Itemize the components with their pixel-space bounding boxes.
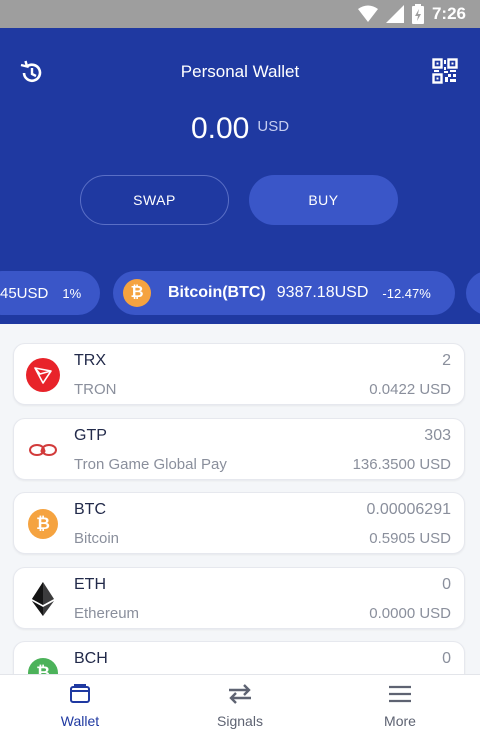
nav-wallet[interactable]: Wallet bbox=[0, 675, 160, 736]
asset-card-gtp[interactable]: GTP Tron Game Global Pay 303 136.3500 US… bbox=[13, 418, 465, 480]
bitcoin-icon: ₿ bbox=[28, 509, 58, 539]
signal-icon bbox=[385, 5, 404, 23]
ticker-coin-name: Bitcoin(BTC) bbox=[168, 284, 266, 301]
asset-value: 0.0000 USD bbox=[369, 605, 451, 622]
asset-value: 0.0422 USD bbox=[369, 381, 451, 398]
asset-value: 136.3500 USD bbox=[352, 456, 451, 473]
balance-amount: 0.00 bbox=[190, 112, 250, 145]
wallet-header: Personal Wallet 0.00 USD SWAP BUY 45USD 1… bbox=[0, 28, 480, 324]
asset-symbol: BCH bbox=[74, 650, 108, 667]
asset-symbol: BTC bbox=[74, 501, 106, 518]
asset-name: Tron Game Global Pay bbox=[74, 456, 227, 473]
qr-code-button[interactable] bbox=[432, 58, 460, 86]
asset-list: TRX TRON 2 0.0422 USD GTP Tron Game Glob… bbox=[0, 324, 480, 674]
asset-amount: 0 bbox=[442, 650, 451, 667]
asset-card-bch[interactable]: ₿ BCH 0 bbox=[13, 641, 465, 674]
ticker-price: 9387.18USD bbox=[276, 284, 369, 301]
asset-name: TRON bbox=[74, 381, 117, 398]
asset-name: Ethereum bbox=[74, 605, 140, 622]
asset-amount: 303 bbox=[424, 427, 451, 444]
total-balance: 0.00 USD bbox=[0, 112, 480, 146]
asset-symbol: ETH bbox=[74, 576, 106, 593]
ticker-change: 1% bbox=[62, 285, 82, 301]
asset-card-eth[interactable]: ETH Ethereum 0 0.0000 USD bbox=[13, 567, 465, 629]
bitcoin-icon: ₿ bbox=[123, 279, 151, 307]
asset-amount: 0 bbox=[442, 576, 451, 593]
ticker-item-bitcoin[interactable]: ₿ Bitcoin(BTC) 9387.18USD -12.47% bbox=[113, 271, 455, 315]
page-title: Personal Wallet bbox=[180, 62, 300, 81]
nav-label: Signals bbox=[217, 713, 263, 729]
buy-button[interactable]: BUY bbox=[249, 175, 398, 225]
qr-code-icon bbox=[432, 58, 458, 84]
bitcoin-cash-icon: ₿ bbox=[28, 658, 58, 674]
ethereum-icon bbox=[26, 582, 60, 616]
asset-amount: 2 bbox=[442, 352, 451, 369]
nav-label: More bbox=[384, 713, 416, 729]
ticker-change: -12.47% bbox=[382, 285, 431, 301]
wallet-icon bbox=[70, 684, 90, 703]
menu-icon bbox=[389, 685, 411, 703]
asset-card-trx[interactable]: TRX TRON 2 0.0422 USD bbox=[13, 343, 465, 405]
nav-label: Wallet bbox=[60, 713, 100, 729]
asset-symbol: GTP bbox=[74, 427, 107, 444]
asset-name: Bitcoin bbox=[74, 530, 120, 547]
bottom-nav: Wallet Signals More bbox=[0, 674, 480, 736]
asset-amount: 0.00006291 bbox=[366, 501, 451, 518]
swap-arrows-icon bbox=[229, 684, 251, 704]
ticker-item[interactable] bbox=[466, 271, 480, 315]
asset-value: 0.5905 USD bbox=[369, 530, 451, 547]
nav-signals[interactable]: Signals bbox=[160, 675, 320, 736]
ticker-item[interactable]: 45USD 1% bbox=[0, 271, 100, 315]
gtp-icon bbox=[26, 433, 60, 467]
asset-card-btc[interactable]: ₿ BTC Bitcoin 0.00006291 0.5905 USD bbox=[13, 492, 465, 554]
tron-icon bbox=[26, 358, 60, 392]
swap-button[interactable]: SWAP bbox=[80, 175, 229, 225]
balance-currency: USD bbox=[257, 118, 290, 135]
battery-icon bbox=[411, 4, 424, 24]
status-bar: 7:26 bbox=[0, 0, 480, 28]
asset-symbol: TRX bbox=[74, 352, 106, 369]
ticker-price: 45USD bbox=[0, 284, 49, 302]
wifi-icon bbox=[357, 5, 378, 22]
clock: 7:26 bbox=[431, 4, 466, 23]
nav-more[interactable]: More bbox=[320, 675, 480, 736]
